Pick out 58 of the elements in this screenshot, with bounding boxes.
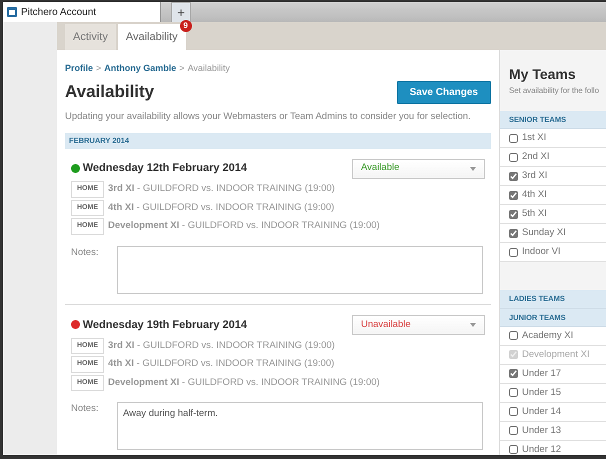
team-name: Academy XI bbox=[522, 328, 574, 343]
team-name: 2nd XI bbox=[522, 150, 550, 164]
caret-icon bbox=[470, 166, 476, 170]
team-checkbox[interactable] bbox=[509, 134, 518, 143]
availability-select[interactable]: Unavailable bbox=[352, 314, 485, 335]
browser-tab[interactable]: Pitchero Account bbox=[3, 2, 161, 22]
team-checkbox[interactable] bbox=[509, 445, 518, 454]
fixture-text: 4th XI - GUILDFORD vs. INDOOR TRAINING (19:00) bbox=[108, 200, 334, 215]
favicon-icon bbox=[7, 7, 17, 17]
team-checkbox[interactable] bbox=[509, 228, 518, 238]
fixture-text: 4th XI - GUILDFORD vs. INDOOR TRAINING (19:00) bbox=[108, 357, 334, 372]
sidebar-subtitle: Set availability for the follo bbox=[508, 85, 600, 97]
breadcrumb-link[interactable]: Anthony Gamble bbox=[104, 62, 176, 76]
event-date: Wednesday 19th February 2014 bbox=[82, 318, 248, 332]
page-title: Availability bbox=[65, 82, 154, 103]
tab-title: Pitchero Account bbox=[21, 6, 96, 20]
team-name: Sunday XI bbox=[522, 226, 566, 240]
team-checkbox[interactable] bbox=[509, 248, 518, 257]
team-checkbox[interactable] bbox=[509, 172, 518, 181]
team-checkbox[interactable] bbox=[509, 210, 518, 219]
caret-icon bbox=[470, 322, 476, 327]
notes-label: Notes: bbox=[71, 402, 100, 416]
new-tab-button[interactable]: + bbox=[171, 2, 191, 22]
team-name: Under 12 bbox=[522, 442, 562, 455]
team-name: Under 14 bbox=[522, 404, 562, 419]
breadcrumb-link[interactable]: Profile bbox=[65, 62, 94, 76]
team-name: Under 13 bbox=[522, 424, 562, 438]
team-checkbox[interactable] bbox=[509, 190, 518, 200]
team-name: 5th XI bbox=[522, 207, 547, 222]
sidebar-title: My Teams bbox=[508, 65, 577, 84]
team-name: 1st XI bbox=[522, 131, 546, 146]
team-name: Under 17 bbox=[522, 366, 562, 381]
fixture-text: 3rd XI - GUILDFORD vs. INDOOR TRAINING (19:00) bbox=[108, 182, 335, 196]
availability-select[interactable]: Available bbox=[352, 158, 485, 178]
team-checkbox[interactable] bbox=[509, 407, 518, 416]
breadcrumb-separator: > bbox=[96, 62, 102, 75]
notes-field[interactable]: Away during half-term. bbox=[117, 402, 483, 450]
fixture-text: Development XI - GUILDFORD vs. INDOOR TRAINING (19:00) bbox=[108, 376, 380, 390]
team-checkbox[interactable] bbox=[509, 152, 518, 162]
team-name: Development XI bbox=[522, 348, 590, 362]
event-date: Wednesday 12th February 2014 bbox=[82, 161, 248, 176]
team-checkbox[interactable] bbox=[509, 426, 518, 436]
team-name: Under 15 bbox=[522, 386, 562, 400]
notes-field[interactable] bbox=[117, 246, 483, 294]
team-checkbox[interactable] bbox=[509, 331, 518, 340]
team-name: 4th XI bbox=[522, 188, 547, 202]
team-name: Indoor VI bbox=[522, 245, 561, 260]
team-checkbox[interactable] bbox=[509, 369, 518, 378]
breadcrumb-separator: > bbox=[179, 62, 185, 75]
tab[interactable]: Activity bbox=[65, 24, 116, 50]
fixture-text: Development XI - GUILDFORD vs. INDOOR TRAINING (19:00) bbox=[108, 219, 380, 234]
team-name: 3rd XI bbox=[522, 169, 548, 184]
description: Updating your availability allows your Webmasters or Team Admins to consider you for selection. bbox=[65, 110, 472, 124]
fixture-text: 3rd XI - GUILDFORD vs. INDOOR TRAINING (19:00) bbox=[108, 338, 335, 353]
team-checkbox[interactable] bbox=[509, 388, 518, 398]
breadcrumb-current: Availability bbox=[188, 62, 230, 75]
notes-label: Notes: bbox=[71, 246, 100, 260]
save-changes-button[interactable]: Save Changes bbox=[396, 81, 491, 104]
